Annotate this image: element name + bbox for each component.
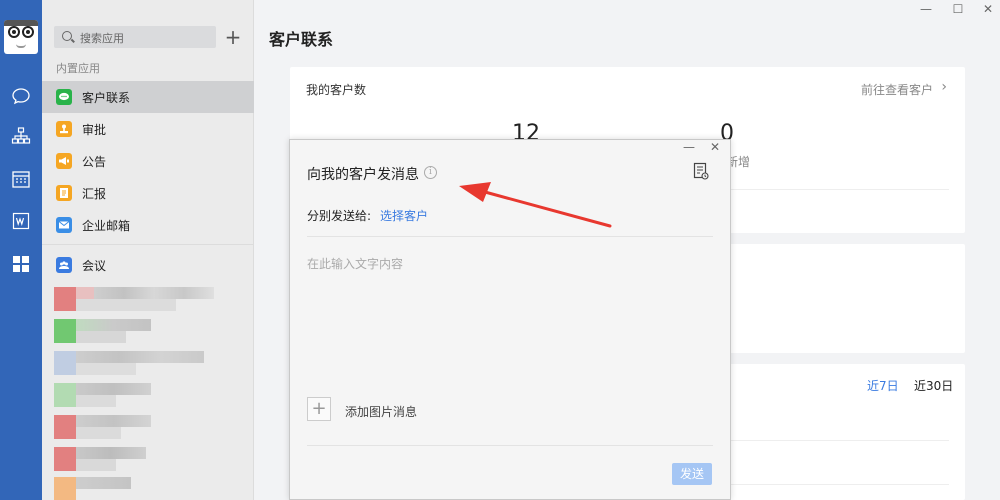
info-icon[interactable]: i	[424, 166, 437, 179]
dialog-divider	[307, 445, 713, 446]
blurred-app-row[interactable]	[54, 447, 164, 471]
section-label: 内置应用	[56, 62, 100, 75]
search-icon	[62, 31, 72, 41]
user-avatar[interactable]	[4, 20, 38, 54]
message-text-input[interactable]: 在此输入文字内容	[307, 255, 403, 272]
chevron-right-icon[interactable]: ›	[941, 79, 947, 95]
page-title: 客户联系	[269, 30, 334, 49]
sidebar-item-label: 客户联系	[82, 91, 131, 105]
blurred-app-row[interactable]	[54, 383, 164, 407]
app-sidebar: 搜索应用 + 内置应用 客户联系 审批 公告 汇报 企业邮箱 会议	[42, 0, 254, 500]
blurred-app-row[interactable]	[54, 319, 164, 343]
sidebar-item-report[interactable]: 汇报	[42, 177, 254, 209]
sidebar-item-label: 公告	[82, 155, 107, 169]
dialog-title: 向我的客户发消息	[307, 167, 419, 183]
search-placeholder: 搜索应用	[80, 32, 124, 45]
chat-bubble-icon	[56, 89, 72, 105]
document-icon[interactable]	[11, 211, 31, 231]
blurred-app-row[interactable]	[54, 351, 214, 375]
sidebar-item-customer-contact[interactable]: 客户联系	[42, 81, 254, 113]
sidebar-item-label: 会议	[82, 259, 107, 273]
blurred-app-row[interactable]	[54, 477, 164, 500]
megaphone-icon	[56, 153, 72, 169]
sidebar-item-approval[interactable]: 审批	[42, 113, 254, 145]
sidebar-item-label: 企业邮箱	[82, 219, 131, 233]
mail-icon	[56, 217, 72, 233]
sidebar-item-meeting[interactable]: 会议	[42, 249, 254, 281]
search-input[interactable]: 搜索应用	[54, 26, 216, 48]
annotation-arrow	[455, 180, 615, 232]
range-tab-7-days[interactable]: 近7日	[867, 377, 899, 394]
dialog-minimize-button[interactable]: —	[680, 140, 698, 156]
approval-stamp-icon	[56, 121, 72, 137]
add-app-button[interactable]: +	[224, 26, 242, 48]
blurred-app-row[interactable]	[54, 415, 164, 439]
recipients-label: 分别发送给:	[307, 209, 372, 223]
dialog-divider	[307, 236, 713, 237]
sidebar-item-announcement[interactable]: 公告	[42, 145, 254, 177]
window-close-button[interactable]: ✕	[977, 2, 999, 18]
sidebar-item-enterprise-mail[interactable]: 企业邮箱	[42, 209, 254, 241]
workbench-grid-icon[interactable]	[11, 254, 31, 274]
view-customers-link[interactable]: 前往查看客户	[861, 81, 933, 98]
org-chart-icon[interactable]	[11, 126, 31, 146]
meeting-people-icon	[56, 257, 72, 273]
add-image-button[interactable]: +	[307, 397, 331, 421]
sidebar-divider	[42, 244, 254, 245]
card-title: 我的客户数	[306, 83, 367, 97]
left-rail	[0, 0, 42, 500]
calendar-icon[interactable]	[11, 169, 31, 189]
sidebar-item-label: 审批	[82, 123, 107, 137]
range-tab-30-days[interactable]: 近30日	[914, 377, 953, 394]
report-icon	[56, 185, 72, 201]
message-history-icon[interactable]	[693, 162, 709, 180]
select-customers-link[interactable]: 选择客户	[380, 207, 428, 224]
add-image-label[interactable]: 添加图片消息	[345, 403, 417, 420]
chat-icon[interactable]	[11, 86, 31, 106]
window-maximize-button[interactable]: ☐	[947, 2, 969, 18]
blurred-app-row[interactable]	[54, 287, 236, 311]
window-minimize-button[interactable]: —	[915, 2, 937, 18]
send-button[interactable]: 发送	[672, 463, 712, 485]
sidebar-item-label: 汇报	[82, 187, 107, 201]
dialog-close-button[interactable]: ✕	[706, 140, 724, 156]
